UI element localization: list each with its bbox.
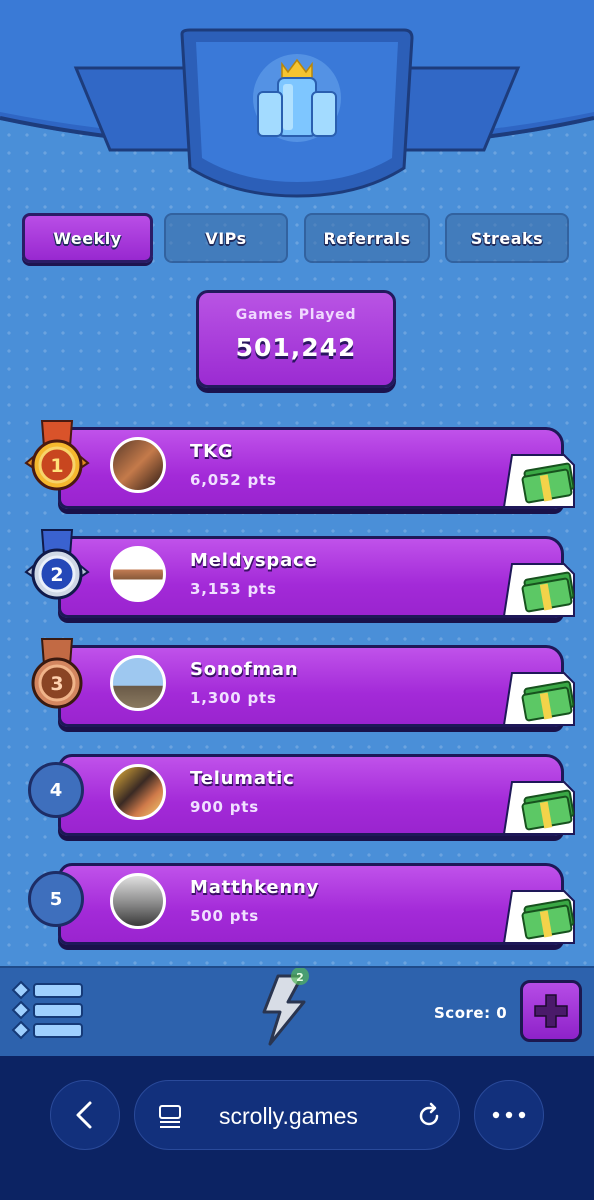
player-points: 6,052 pts <box>190 471 277 489</box>
player-points: 1,300 pts <box>190 689 277 707</box>
svg-text:2: 2 <box>50 564 63 586</box>
reload-icon[interactable] <box>415 1102 443 1130</box>
games-played-card: Games Played 501,242 <box>196 290 396 388</box>
score-label: Score: 0 <box>434 1004 508 1022</box>
player-name: Matthkenny <box>190 877 320 898</box>
games-played-label: Games Played <box>235 307 357 323</box>
tab-referrals[interactable]: Referrals <box>304 213 430 263</box>
energy-lightning-icon[interactable]: 2 <box>248 967 320 1048</box>
avatar[interactable] <box>110 655 166 711</box>
avatar[interactable] <box>110 546 166 602</box>
svg-text:1: 1 <box>50 455 63 477</box>
leaderboard-row[interactable]: 1 TKG 6,052 pts <box>24 420 575 517</box>
tab-vips[interactable]: VIPs <box>164 213 288 263</box>
tab-weekly[interactable]: Weekly <box>22 213 153 263</box>
player-name: Sonofman <box>190 659 299 680</box>
plus-icon <box>534 994 568 1028</box>
chevron-left-icon <box>76 1101 92 1129</box>
player-points: 3,153 pts <box>190 580 277 598</box>
leaderboard-row[interactable]: 3 Sonofman 1,300 pts <box>24 638 575 735</box>
leaderboard-tabs: Weekly VIPs Referrals Streaks <box>22 213 570 265</box>
cash-icon <box>502 663 578 733</box>
avatar[interactable] <box>110 764 166 820</box>
tab-streaks[interactable]: Streaks <box>445 213 569 263</box>
cash-icon <box>502 772 578 842</box>
player-name: Meldyspace <box>190 550 318 571</box>
page-menu-icon[interactable] <box>157 1103 183 1129</box>
more-options-button[interactable] <box>474 1080 544 1150</box>
game-toolbar: 2 Score: 0 <box>0 966 594 1058</box>
leaderboard-row[interactable]: 5 Matthkenny 500 pts <box>24 861 575 953</box>
svg-text:2: 2 <box>296 971 304 984</box>
add-button[interactable] <box>520 980 582 1042</box>
games-played-value: 501,242 <box>235 333 357 362</box>
url-text: scrolly.games <box>219 1103 358 1129</box>
player-points: 500 pts <box>190 907 259 925</box>
gold-medal-icon: 1 <box>24 417 90 503</box>
avatar[interactable] <box>110 437 166 493</box>
cash-icon <box>502 554 578 624</box>
list-menu-icon[interactable] <box>10 978 86 1042</box>
svg-text:3: 3 <box>50 673 63 695</box>
cash-icon <box>502 445 578 515</box>
browser-toolbar: scrolly.games <box>0 1056 594 1200</box>
leaderboard-row[interactable]: 2 Meldyspace 3,153 pts <box>24 529 575 626</box>
rank-badge: 5 <box>28 871 84 927</box>
address-bar[interactable]: scrolly.games <box>134 1080 460 1150</box>
player-points: 900 pts <box>190 798 259 816</box>
avatar[interactable] <box>110 873 166 929</box>
silver-medal-icon: 2 <box>24 526 90 612</box>
cash-icon <box>502 881 578 951</box>
bronze-medal-icon: 3 <box>24 635 90 721</box>
player-name: TKG <box>190 441 234 462</box>
rank-badge: 4 <box>28 762 84 818</box>
back-button[interactable] <box>50 1080 120 1150</box>
player-name: Telumatic <box>190 768 295 789</box>
ellipsis-icon <box>492 1111 526 1119</box>
leaderboard-row[interactable]: 4 Telumatic 900 pts <box>24 752 575 844</box>
game-logo-icon <box>250 52 344 142</box>
